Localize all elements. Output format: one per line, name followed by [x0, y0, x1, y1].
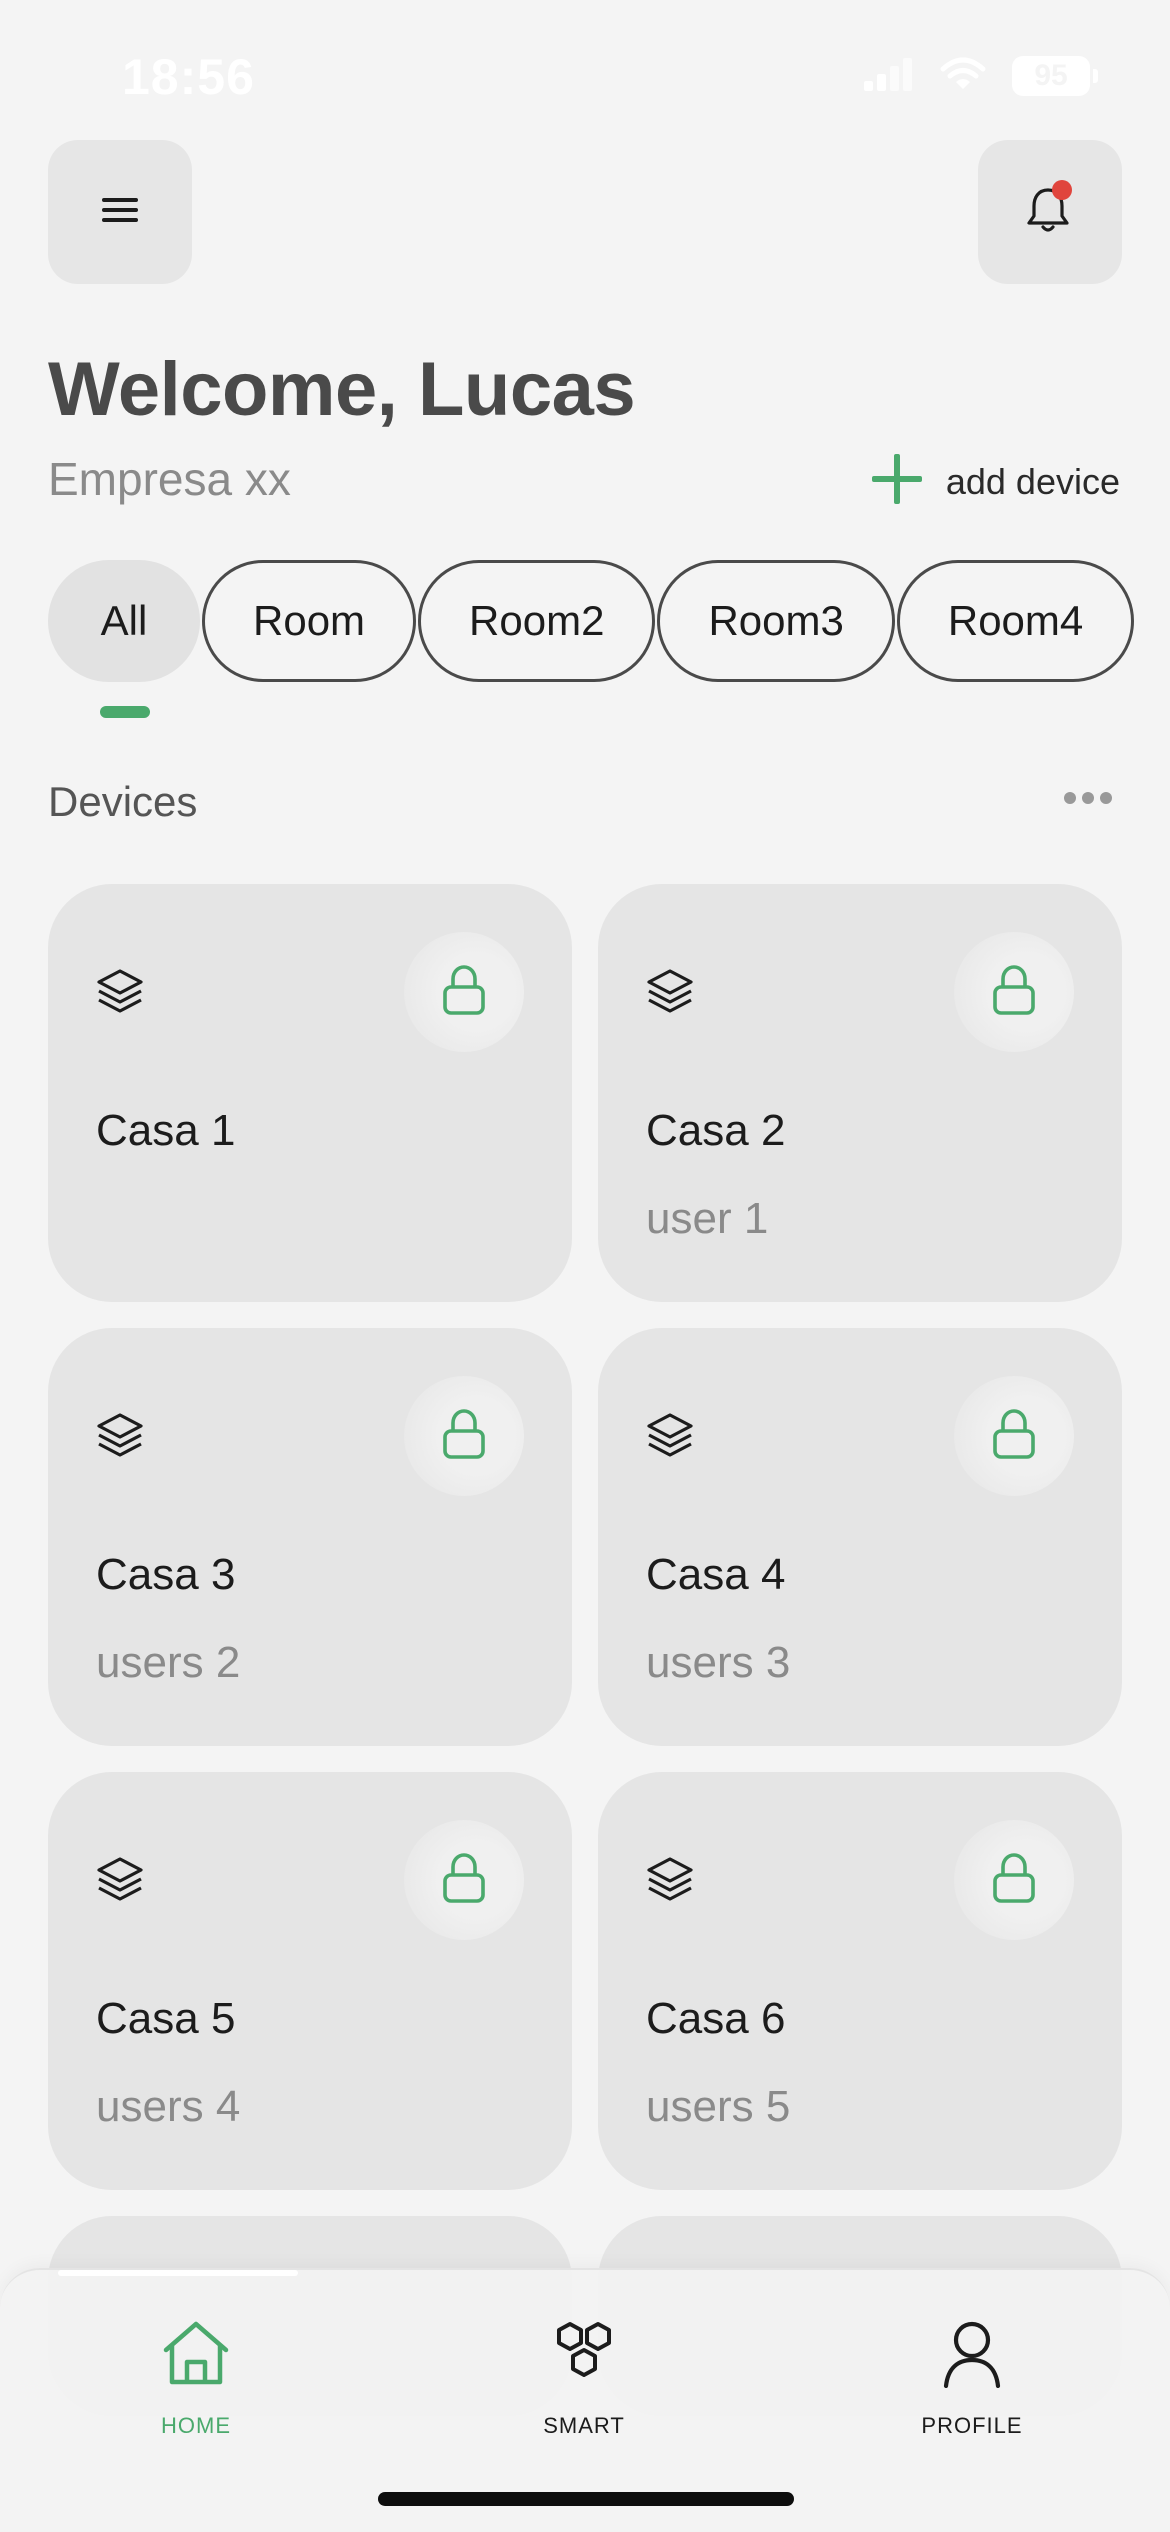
layers-icon [96, 968, 144, 1019]
layers-icon [96, 1856, 144, 1907]
tab-all[interactable]: All [48, 560, 200, 682]
status-icons: 95 [864, 56, 1098, 96]
bell-icon [1020, 179, 1080, 245]
plus-icon [870, 452, 924, 511]
lock-button[interactable] [954, 1376, 1074, 1496]
lock-icon [991, 963, 1037, 1022]
device-name: Casa 6 [646, 1994, 786, 2043]
hamburger-menu-icon [100, 195, 140, 230]
home-screen: 18:56 95 Welcome, Lucas Empresa xx add d… [0, 0, 1170, 2532]
lock-button[interactable] [954, 1820, 1074, 1940]
home-icon [160, 2318, 232, 2393]
devices-title: Devices [48, 778, 198, 825]
tab-room4[interactable]: Room4 [896, 560, 1135, 682]
lock-icon [441, 1851, 487, 1910]
device-name: Casa 3 [96, 1550, 236, 1599]
nav-smart[interactable]: SMART [464, 2318, 704, 2439]
device-users: users 5 [646, 2082, 791, 2131]
tab-room[interactable]: Room [202, 560, 417, 682]
menu-button[interactable] [48, 140, 192, 284]
welcome-title: Welcome, Lucas [48, 347, 636, 432]
device-users: users 4 [96, 2082, 241, 2131]
lock-icon [441, 1407, 487, 1466]
device-name: Casa 4 [646, 1550, 786, 1599]
nav-home[interactable]: HOME [76, 2318, 316, 2439]
notification-dot [1052, 179, 1072, 200]
device-name: Casa 2 [646, 1106, 786, 1155]
room-tabs: All Room Room2 Room3 Room4 [48, 560, 1135, 682]
status-time: 18:56 [122, 49, 255, 105]
lock-button[interactable] [404, 1820, 524, 1940]
nav-profile-label: PROFILE [921, 2413, 1023, 2438]
lock-button[interactable] [954, 932, 1074, 1052]
signal-icon [864, 57, 914, 96]
home-indicator-bar [378, 2492, 794, 2506]
add-device-button[interactable]: add device [870, 452, 1120, 511]
layers-icon [646, 1412, 694, 1463]
company-name: Empresa xx [48, 453, 291, 505]
wifi-icon [940, 57, 986, 96]
nav-home-label: HOME [161, 2413, 231, 2438]
device-name: Casa 1 [96, 1106, 236, 1155]
device-card[interactable]: Casa 5 users 4 [48, 1772, 572, 2190]
device-card[interactable]: Casa 2 user 1 [598, 884, 1122, 1302]
lock-icon [441, 963, 487, 1022]
notifications-button[interactable] [978, 140, 1122, 284]
device-card[interactable]: Casa 4 users 3 [598, 1328, 1122, 1746]
hexagons-icon [548, 2318, 620, 2393]
nav-profile[interactable]: PROFILE [852, 2318, 1092, 2439]
layers-icon [646, 968, 694, 1019]
tab-room2[interactable]: Room2 [418, 560, 656, 682]
device-users: users 3 [646, 1638, 791, 1687]
lock-icon [991, 1851, 1037, 1910]
device-name: Casa 5 [96, 1994, 236, 2043]
user-icon [936, 2318, 1008, 2393]
device-card[interactable]: Casa 1 [48, 884, 572, 1302]
layers-icon [646, 1856, 694, 1907]
lock-button[interactable] [404, 1376, 524, 1496]
more-options-icon[interactable] [1064, 792, 1112, 804]
add-device-label: add device [945, 460, 1120, 502]
nav-smart-label: SMART [543, 2413, 625, 2438]
devices-grid: Casa 1 Casa 2 user 1 Casa 3 users 2 Casa… [48, 884, 1122, 2190]
layers-icon [96, 1412, 144, 1463]
nav-active-indicator [58, 2270, 298, 2276]
device-card[interactable]: Casa 3 users 2 [48, 1328, 572, 1746]
device-users: users 2 [96, 1638, 241, 1687]
battery-indicator: 95 [1012, 56, 1098, 96]
lock-button[interactable] [404, 932, 524, 1052]
device-users: user 1 [646, 1194, 769, 1243]
lock-icon [991, 1407, 1037, 1466]
device-card[interactable]: Casa 6 users 5 [598, 1772, 1122, 2190]
active-tab-indicator [100, 706, 150, 718]
tab-room3[interactable]: Room3 [657, 560, 895, 682]
